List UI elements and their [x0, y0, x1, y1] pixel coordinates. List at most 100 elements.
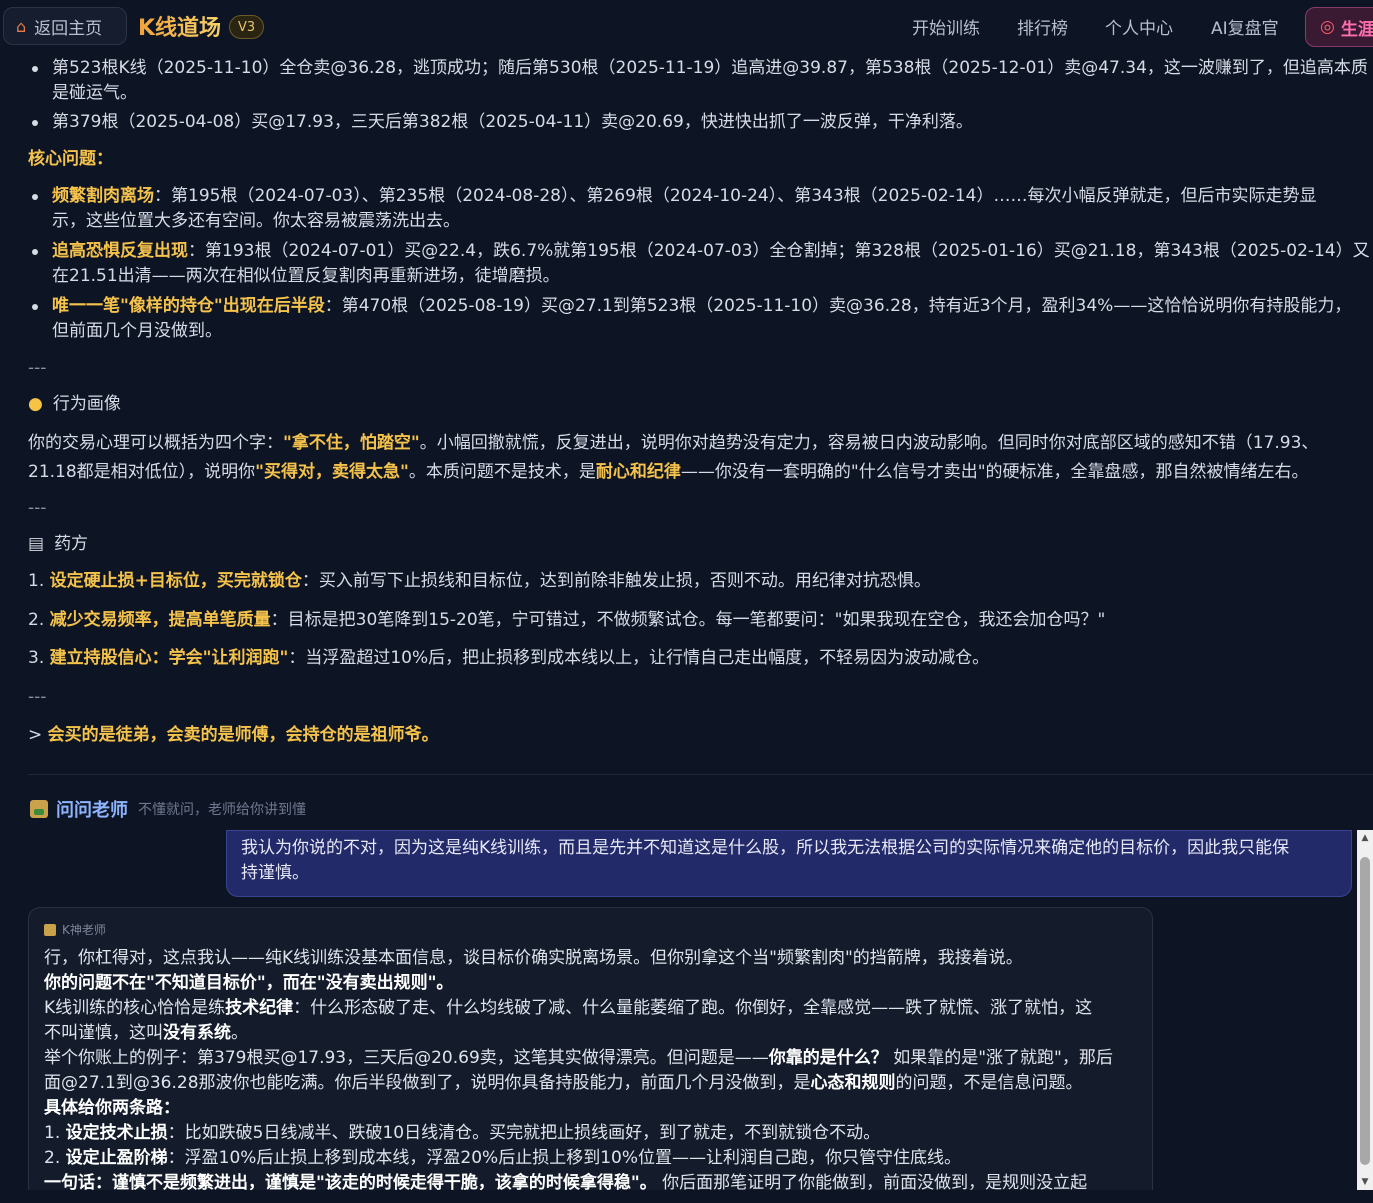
house-icon: ⌂ — [16, 16, 27, 36]
portrait-text: ——你没有一套明确的"什么信号才卖出"的硬标准，全靠盘感，那自然被情绪左右。 — [680, 462, 1309, 482]
core-issue-item: 追高恐惧反复出现：第193根（2024-07-01）买@22.4，跌6.7%就第… — [32, 239, 1373, 289]
good-trade-item: 第523根K线（2025-11-10）全仓卖@36.28，逃顶成功；随后第530… — [32, 56, 1373, 106]
teacher-text-part: 2. — [44, 1148, 66, 1168]
core-issue-label: 唯一一笔"像样的持仓"出现在后半段 — [52, 296, 325, 316]
user-message-text-cont: 持谨慎。 — [241, 863, 309, 883]
teacher-text-bold: 设定止盈阶梯 — [65, 1148, 168, 1168]
teacher-text-part: ：什么形态破了走、什么均线破了减、什么量能萎缩了跑。你倒好，全靠感觉——跌了就慌… — [293, 998, 1093, 1018]
teacher-text: 行，你杠得对，这点我认——纯K线训练没基本面信息，谈目标价确实脱离场景。但你别拿… — [44, 948, 1023, 968]
prescription-text: ：买入前写下止损线和目标位，达到前除非触发止损，否则不动。用纪律对抗恐惧。 — [301, 571, 931, 591]
prescription-number: 3. — [28, 648, 50, 668]
back-home-button[interactable]: ⌂ 返回主页 — [3, 7, 127, 45]
top-bar: ⌂ 返回主页 K线道场 V3 开始训练 排行榜 个人中心 AI复盘官 ◎ 生涯 — [0, 0, 1373, 52]
core-issue-line: 频繁割肉离场：第195根（2024-07-03）、第235根（2024-08-2… — [52, 184, 1373, 209]
teacher-text-part: 不叫谨慎，这叫 — [44, 1023, 163, 1043]
prescription-number: 1. — [28, 571, 50, 591]
teacher-text-part: ：浮盈10%后止损上移到成本线，浮盈20%后止损上移到10%位置——让利润自己跑… — [167, 1148, 961, 1168]
closing-quote: > 会买的是徒弟，会卖的是师傅，会持仓的是祖师爷。 — [28, 723, 1373, 748]
teacher-name: K神老师 — [62, 923, 106, 937]
teacher-text: K线训练的核心恰恰是练技术纪律：什么形态破了走、什么均线破了减、什么量能萎缩了跑… — [44, 996, 1137, 1021]
portrait-highlight: 耐心和纪律 — [595, 462, 681, 482]
teacher-text-part: K线训练的核心恰恰是练 — [44, 998, 226, 1018]
prescription-title: ▤ 药方 — [28, 532, 1373, 557]
prescription-item: 2. 减少交易频率，提高单笔质量：目标是把30笔降到15-20笔，宁可错过，不做… — [28, 608, 1373, 633]
good-trade-text: 第379根（2025-04-08）买@17.93，三天后第382根（2025-0… — [52, 112, 973, 132]
teacher-text-part: 的问题，不是信息问题。 — [895, 1073, 1083, 1093]
core-issue-line: 唯一一笔"像样的持仓"出现在后半段：第470根（2025-08-19）买@27.… — [52, 294, 1373, 319]
core-issue-text-cont: 在21.51出清——两次在相似位置反复割肉再重新进场，徒增磨损。 — [52, 266, 560, 286]
core-issue-text-cont: 示，这些位置大多还有空间。你太容易被震荡洗出去。 — [52, 211, 460, 231]
separator: --- — [28, 498, 47, 518]
clipboard-icon: ▤ — [28, 534, 45, 554]
career-button[interactable]: ◎ 生涯 — [1305, 7, 1373, 47]
teacher-text: 2. 设定止盈阶梯：浮盈10%后止损上移到成本线，浮盈20%后止损上移到10%位… — [44, 1146, 1137, 1171]
separator: --- — [28, 687, 47, 707]
teacher-text-part: 你后面那笔证明了你能做到，前面没做到，是规则没立起 — [656, 1173, 1088, 1190]
portrait-text: 你的交易心理可以概括为四个字： — [28, 433, 283, 453]
chat-thread[interactable]: 我认为你说的不对，因为这是纯K线训练，而且是先并不知道这是什么股，所以我无法根据… — [28, 830, 1358, 1190]
teacher-text-bold: 没有系统 — [163, 1023, 231, 1043]
core-issue-line: 追高恐惧反复出现：第193根（2024-07-01）买@22.4，跌6.7%就第… — [52, 239, 1373, 264]
good-trade-text: 第523根K线（2025-11-10）全仓卖@36.28，逃顶成功；随后第530… — [52, 58, 1368, 78]
prescription-item: 1. 设定硬止损+目标位，买完就锁仓：买入前写下止损线和目标位，达到前除非触发止… — [28, 569, 1373, 594]
teacher-text: 一句话：谨慎不是频繁进出，谨慎是"该走的时候走得干脆，该拿的时候拿得稳"。 你后… — [44, 1171, 1137, 1190]
prescription-text: ：当浮盈超过10%后，把止损移到成本线以上，让行情自己走出幅度，不轻易因为波动减… — [288, 648, 990, 668]
good-trade-item: 第379根（2025-04-08）买@17.93，三天后第382根（2025-0… — [32, 110, 1373, 135]
core-issues-heading: 核心问题： — [28, 149, 113, 169]
nav-ai-review[interactable]: AI复盘官 — [1211, 14, 1279, 39]
teacher-text: 面@27.1到@36.28那波你也能吃满。你后半段做到了，说明你具备持股能力，前… — [44, 1071, 1137, 1096]
prescription-item: 3. 建立持股信心：学会"让利润跑"：当浮盈超过10%后，把止损移到成本线以上，… — [28, 646, 1373, 671]
portrait-text: 21.18都是相对低位），说明你 — [28, 462, 256, 482]
good-trade-text-cont: 是碰运气。 — [52, 83, 137, 103]
teacher-text-bold: 心态和规则 — [810, 1073, 896, 1093]
nav-start-training[interactable]: 开始训练 — [912, 14, 980, 39]
teacher-text-bold: 设定技术止损 — [65, 1123, 168, 1143]
core-issue-item: 频繁割肉离场：第195根（2024-07-03）、第235根（2024-08-2… — [32, 184, 1373, 234]
teacher-text-bold: 技术纪律 — [225, 998, 294, 1018]
prescription-text: ：目标是把30笔降到15-20笔，宁可错过，不做频繁试仓。每一笔都要问："如果我… — [270, 610, 1106, 630]
teacher-text-bold: 你靠的是什么？ — [768, 1048, 888, 1068]
prescription-label-text: 设定硬止损+目标位，买完就锁仓 — [49, 571, 302, 591]
portrait-highlight: "拿不住，怕踏空" — [283, 433, 420, 453]
teacher-text: 1. 设定技术止损：比如跌破5日线减半、跌破10日线清仓。买完就把止损线画好，到… — [44, 1121, 1137, 1146]
teacher-text-bold: 一句话：谨慎不是频繁进出，谨慎是"该走的时候走得干脆，该拿的时候拿得稳"。 — [44, 1173, 657, 1190]
core-issue-text: ：第193根（2024-07-01）买@22.4，跌6.7%就第195根（202… — [188, 241, 1370, 261]
portrait-line: 21.18都是相对低位），说明你"买得对，卖得太急"。本质问题不是技术，是耐心和… — [28, 458, 1373, 487]
brand-logo-text[interactable]: K线道场 — [138, 10, 221, 42]
core-issue-text: ：第470根（2025-08-19）买@27.1到第523根（2025-11-1… — [324, 296, 1352, 316]
portrait-line: 你的交易心理可以概括为四个字："拿不住，怕踏空"。小幅回撤就慌，反复进出，说明你… — [28, 429, 1373, 458]
back-home-label: 返回主页 — [34, 18, 103, 39]
lightbulb-icon: ● — [28, 394, 43, 414]
career-label: 生涯 — [1340, 19, 1373, 40]
teacher-text: 具体给你两条路： — [44, 1098, 180, 1118]
scroll-thumb[interactable] — [1360, 857, 1370, 1165]
prescription-label: 药方 — [54, 534, 89, 554]
behavior-portrait-text: 你的交易心理可以概括为四个字："拿不住，怕踏空"。小幅回撤就慌，反复进出，说明你… — [28, 429, 1373, 487]
scroll-up-arrow-icon[interactable]: ▲ — [1357, 830, 1373, 846]
core-issue-label: 追高恐惧反复出现 — [52, 241, 188, 261]
prescription-label-text: 减少交易频率，提高单笔质量 — [49, 610, 271, 630]
core-issue-item: 唯一一笔"像样的持仓"出现在后半段：第470根（2025-08-19）买@27.… — [32, 294, 1373, 344]
nav-leaderboard[interactable]: 排行榜 — [1017, 14, 1068, 39]
scroll-down-arrow-icon[interactable]: ▼ — [1357, 1174, 1373, 1190]
prescription-number: 2. — [28, 610, 50, 630]
core-issue-text-cont: 但前面几个月没做到。 — [52, 321, 222, 341]
teacher-text-part: 如果靠的是"涨了就跑"，那后 — [887, 1048, 1113, 1068]
core-issue-label: 频繁割肉离场 — [52, 186, 154, 206]
user-message: 我认为你说的不对，因为这是纯K线训练，而且是先并不知道这是什么股，所以我无法根据… — [226, 830, 1352, 897]
quote-text: 会买的是徒弟，会卖的是师傅，会持仓的是祖师爷。 — [47, 725, 439, 745]
nav-profile[interactable]: 个人中心 — [1105, 14, 1173, 39]
version-badge: V3 — [229, 15, 265, 39]
teacher-text-part: 举个你账上的例子：第379根买@17.93，三天后@20.69卖，这笔其实做得漂… — [44, 1048, 769, 1068]
teacher-text: 你的问题不在"不知道目标价"，而在"没有卖出规则"。 — [44, 973, 454, 993]
teacher-avatar-icon — [44, 924, 56, 936]
portrait-text: 。本质问题不是技术，是 — [408, 462, 596, 482]
chat-scrollbar[interactable]: ▲ ▼ — [1357, 830, 1373, 1190]
teacher-message: K神老师 行，你杠得对，这点我认——纯K线训练没基本面信息，谈目标价确实脱离场景… — [28, 907, 1153, 1190]
teacher-text-part: ：比如跌破5日线减半、跌破10日线清仓。买完就把止损线画好，到了就走，不到就锁仓… — [167, 1123, 881, 1143]
user-message-text: 我认为你说的不对，因为这是纯K线训练，而且是先并不知道这是什么股，所以我无法根据… — [241, 838, 1290, 858]
teacher-name-row: K神老师 — [44, 922, 1137, 938]
teacher-text: 不叫谨慎，这叫没有系统。 — [44, 1021, 1137, 1046]
portrait-highlight: "买得对，卖得太急" — [255, 462, 409, 482]
ask-teacher-subtitle: 不懂就问，老师给你讲到懂 — [138, 802, 306, 818]
